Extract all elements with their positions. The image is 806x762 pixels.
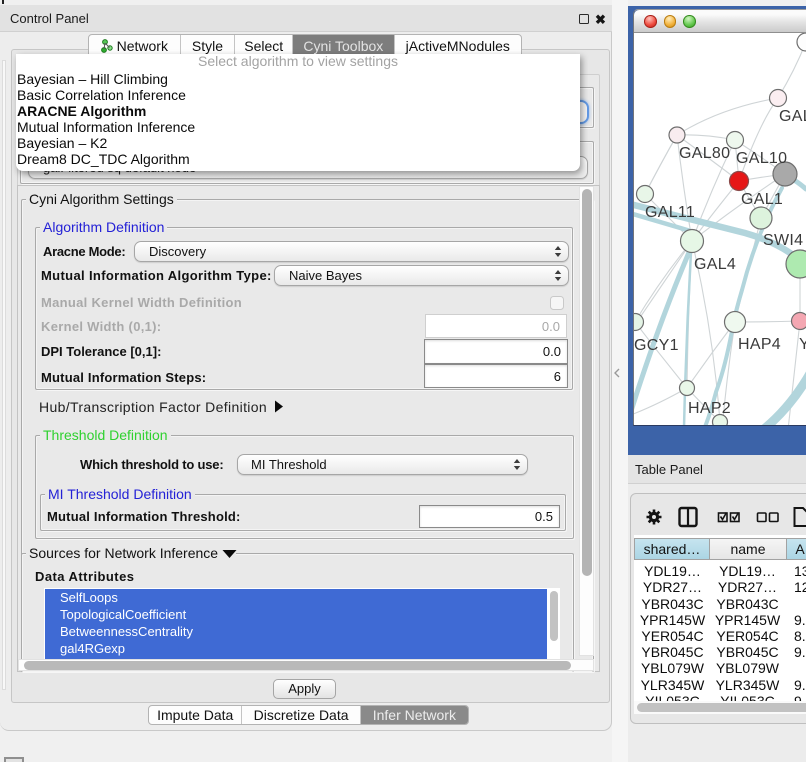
svg-text:GAL11: GAL11 — [645, 204, 695, 221]
svg-text:GAL10: GAL10 — [736, 150, 787, 167]
svg-text:GAL4: GAL4 — [694, 256, 736, 273]
svg-text:HAP4: HAP4 — [738, 336, 781, 353]
svg-text:Y: Y — [799, 336, 806, 353]
svg-text:GAL80: GAL80 — [679, 145, 730, 162]
svg-text:GAL7: GAL7 — [779, 108, 806, 125]
svg-text:GCY1: GCY1 — [634, 337, 679, 354]
svg-text:GAL1: GAL1 — [741, 191, 783, 208]
svg-text:HAP2: HAP2 — [688, 400, 731, 417]
svg-text:SWI4: SWI4 — [763, 232, 803, 249]
